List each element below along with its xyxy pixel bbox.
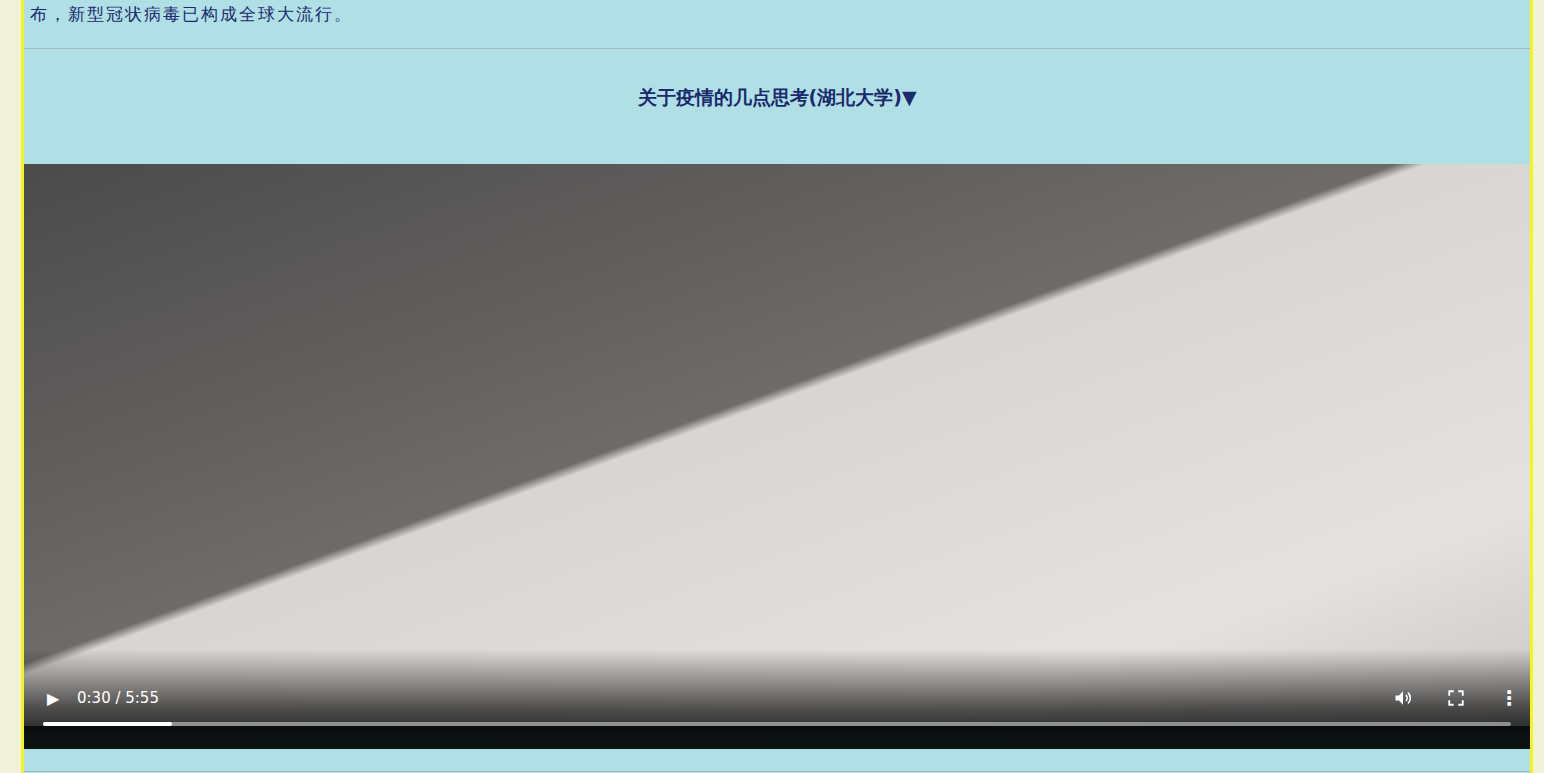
volume-icon[interactable] — [1393, 688, 1413, 708]
section-header: 关于疫情的几点思考(湖北大学)▼ — [24, 49, 1530, 164]
video-controls: ▶ 0:30 / 5:55 ⋮ — [24, 649, 1530, 749]
video-frame — [24, 164, 1530, 726]
intro-text: 布，新型冠状病毒已构成全球大流行。 — [24, 0, 1530, 49]
video-time: 0:30 / 5:55 — [77, 689, 159, 707]
video-player[interactable]: ▶ 0:30 / 5:55 ⋮ — [24, 164, 1530, 749]
more-icon[interactable]: ⋮ — [1499, 686, 1511, 710]
play-icon[interactable]: ▶ — [47, 689, 67, 708]
content-panel: 布，新型冠状病毒已构成全球大流行。关于疫情的几点思考(湖北大学)▼ ▶ 0:30 /… — [21, 0, 1533, 773]
toggle-icon[interactable]: ▼ — [902, 86, 917, 108]
page: 布，新型冠状病毒已构成全球大流行。关于疫情的几点思考(湖北大学)▼ ▶ 0:30 /… — [0, 0, 1544, 773]
bottom-area — [24, 749, 1530, 772]
progress-fill — [43, 722, 172, 726]
progress-bar[interactable] — [43, 722, 1511, 726]
section-title[interactable]: 关于疫情的几点思考(湖北大学)▼ — [638, 86, 917, 108]
fullscreen-icon[interactable] — [1447, 689, 1465, 707]
